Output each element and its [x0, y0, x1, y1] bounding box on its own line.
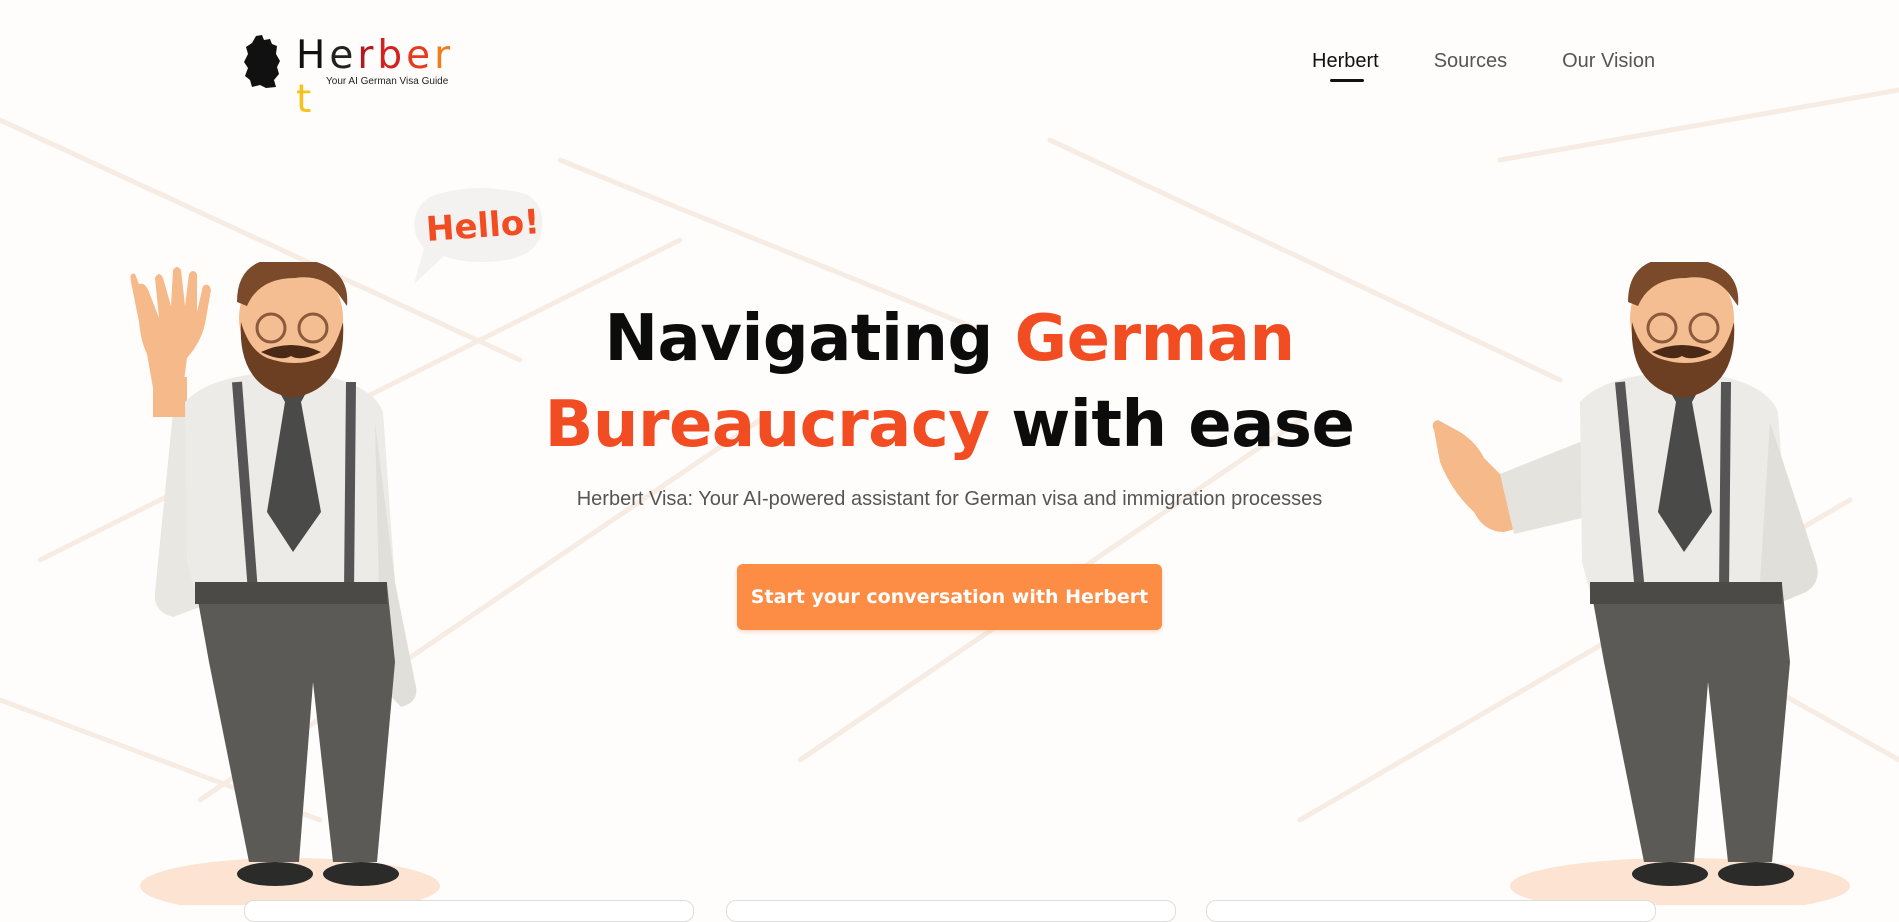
logo-letter: e	[329, 33, 358, 78]
nav-item-our-vision[interactable]: Our Vision	[1562, 50, 1655, 73]
logo-tagline: Your AI German Visa Guide	[326, 76, 449, 87]
hero-subtitle: Herbert Visa: Your AI-powered assistant …	[576, 488, 1323, 510]
hero-title-part1: Navigating	[604, 302, 1015, 376]
start-conversation-button[interactable]: Start your conversation with Herbert	[737, 564, 1162, 630]
feature-card[interactable]	[244, 900, 694, 922]
logo-letter: H	[296, 33, 330, 78]
hero-title-part2: with ease	[989, 388, 1355, 462]
feature-card[interactable]	[726, 900, 1176, 922]
logo-letter: e	[406, 33, 435, 78]
logo-letter: r	[357, 33, 378, 78]
hero-title-accent1: German	[1014, 302, 1295, 376]
hero-title: Navigating German Bureaucracy with ease	[420, 296, 1479, 468]
bubble-text: Hello!	[424, 202, 541, 250]
feature-card[interactable]	[1206, 900, 1656, 922]
herbert-waving-illustration	[130, 262, 440, 905]
nav-item-sources[interactable]: Sources	[1434, 50, 1507, 73]
logo[interactable]: Herbert Your AI German Visa Guide	[242, 33, 472, 122]
logo-letter: r	[434, 33, 455, 78]
hero-title-accent2: Bureaucracy	[544, 388, 990, 462]
main-nav: Herbert Sources Our Vision	[1312, 50, 1655, 82]
logo-letter: t	[296, 77, 316, 122]
logo-letter: b	[377, 33, 407, 78]
speech-bubble: Hello!	[408, 186, 548, 286]
herbert-presenting-illustration	[1432, 262, 1850, 905]
nav-item-herbert[interactable]: Herbert	[1312, 50, 1379, 82]
germany-map-icon	[244, 35, 280, 88]
